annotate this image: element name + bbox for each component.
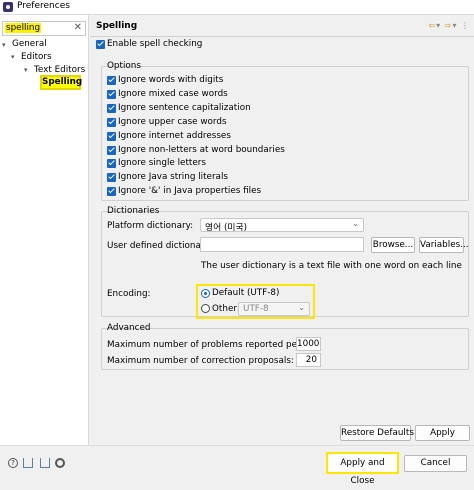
- help-icon[interactable]: ?: [8, 458, 18, 468]
- user-dictionary-input[interactable]: [200, 237, 364, 252]
- max-problems-input[interactable]: 1000: [296, 337, 321, 351]
- encoding-other-select[interactable]: UTF-8 ⌄: [238, 302, 310, 316]
- restore-defaults-button[interactable]: Restore Defaults: [340, 425, 414, 441]
- encoding-label: Encoding:: [107, 289, 151, 299]
- ignore-ampersand-checkbox[interactable]: [107, 187, 116, 196]
- export-icon[interactable]: [40, 458, 50, 468]
- history-nav: ⇦▾ ⇨▾ ⋮: [428, 21, 470, 30]
- import-icon[interactable]: [23, 458, 33, 468]
- filter-text: spelling: [5, 23, 42, 33]
- encoding-default-radio[interactable]: [201, 289, 210, 298]
- page-title: Spelling: [96, 21, 138, 31]
- clear-filter-icon[interactable]: ✕: [74, 22, 82, 33]
- chevron-down-icon[interactable]: ▾: [24, 66, 28, 74]
- encoding-other-radio[interactable]: [201, 304, 210, 313]
- cancel-button[interactable]: Cancel: [404, 455, 467, 472]
- tree-item-general[interactable]: General: [12, 39, 47, 49]
- platform-dictionary-select[interactable]: 영어 (미국) ⌄: [200, 218, 364, 233]
- max-corrections-label: Maximum number of correction proposals:: [107, 356, 294, 366]
- ignore-digits-label: Ignore words with digits: [118, 75, 224, 85]
- encoding-other-label: Other:: [212, 304, 240, 314]
- filter-input[interactable]: spelling ✕: [2, 21, 86, 36]
- dictionaries-group-title: Dictionaries: [107, 206, 160, 216]
- ignore-java-string-literals-checkbox[interactable]: [107, 173, 116, 182]
- window-title: Preferences: [17, 1, 70, 11]
- user-dictionary-label: User defined dictionary:: [107, 241, 213, 251]
- max-problems-label: Maximum number of problems reported per …: [107, 340, 320, 350]
- ignore-upper-case-checkbox[interactable]: [107, 118, 116, 127]
- eclipse-app-icon: [3, 2, 13, 12]
- ignore-non-letters-checkbox[interactable]: [107, 146, 116, 155]
- header-divider: [90, 36, 474, 37]
- platform-dictionary-label: Platform dictionary:: [107, 221, 194, 231]
- browse-button[interactable]: Browse...: [371, 237, 415, 253]
- tree-item-editors[interactable]: Editors: [21, 52, 52, 62]
- max-corrections-input[interactable]: 20: [296, 353, 321, 367]
- chevron-down-icon[interactable]: ▾: [11, 53, 15, 61]
- dialog-button-bar: ?: [0, 445, 474, 478]
- variables-button[interactable]: Variables...: [419, 237, 469, 253]
- encoding-other-value: UTF-8: [243, 304, 269, 314]
- window-titlebar: Preferences: [0, 0, 474, 15]
- ignore-upper-case-label: Ignore upper case words: [118, 117, 227, 127]
- ignore-digits-checkbox[interactable]: [107, 76, 116, 85]
- ignore-mixed-case-label: Ignore mixed case words: [118, 89, 228, 99]
- apply-button[interactable]: Apply: [415, 425, 470, 441]
- ignore-mixed-case-checkbox[interactable]: [107, 90, 116, 99]
- chevron-down-icon[interactable]: ▾: [2, 41, 6, 49]
- preference-tree-pane: spelling ✕ ▾ General ▾ Editors ▾ Text Ed…: [0, 15, 89, 445]
- enable-spell-checking-checkbox[interactable]: [96, 40, 105, 49]
- ignore-ampersand-label: Ignore '&' in Java properties files: [118, 186, 262, 196]
- ignore-non-letters-label: Ignore non-letters at word boundaries: [118, 145, 285, 155]
- tree-item-spelling[interactable]: Spelling: [40, 75, 82, 90]
- chevron-down-icon: ⌄: [298, 303, 305, 312]
- ignore-sentence-capitalization-label: Ignore sentence capitalization: [118, 103, 251, 113]
- platform-dictionary-value: 영어 (미국): [205, 223, 248, 233]
- ignore-internet-addresses-checkbox[interactable]: [107, 132, 116, 141]
- options-group-title: Options: [107, 61, 141, 71]
- ignore-single-letters-label: Ignore single letters: [118, 158, 206, 168]
- ignore-internet-addresses-label: Ignore internet addresses: [118, 131, 231, 141]
- ignore-java-string-literals-label: Ignore Java string literals: [118, 172, 228, 182]
- encoding-default-label: Default (UTF-8): [212, 288, 280, 298]
- ignore-single-letters-checkbox[interactable]: [107, 159, 116, 168]
- chevron-down-icon: ⌄: [352, 219, 359, 228]
- tree-item-text-editors[interactable]: Text Editors: [34, 65, 85, 75]
- advanced-group-title: Advanced: [107, 323, 151, 333]
- user-dictionary-info: The user dictionary is a text file with …: [201, 261, 462, 271]
- view-menu-icon[interactable]: ⋮: [461, 21, 470, 30]
- enable-spell-checking-label: Enable spell checking: [107, 39, 203, 49]
- oomph-icon[interactable]: [55, 458, 65, 468]
- ignore-sentence-capitalization-checkbox[interactable]: [107, 104, 116, 113]
- apply-and-close-button[interactable]: Apply and Close: [326, 452, 399, 486]
